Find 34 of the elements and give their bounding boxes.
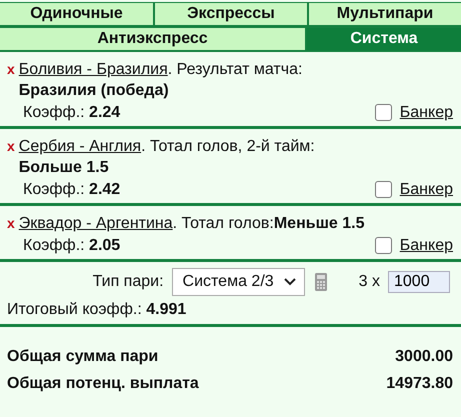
calculator-icon[interactable]: [314, 273, 327, 291]
banker-link[interactable]: Банкер: [400, 179, 453, 200]
odds-text: Коэфф.: 2.05: [23, 236, 120, 256]
odds-text: Коэфф.: 2.24: [23, 103, 120, 123]
event-link[interactable]: Эквадор - Аргентина: [18, 215, 173, 232]
banker-checkbox[interactable]: [374, 181, 392, 198]
bet-description: Боливия - Бразилия. Результат матча: Бразилия (победа): [18, 60, 302, 101]
tab[interactable]: Система: [307, 28, 461, 50]
banker-checkbox[interactable]: [374, 104, 392, 121]
remove-icon[interactable]: x: [7, 59, 15, 79]
stake-input[interactable]: 1000: [388, 271, 450, 293]
bet-type-label: Тип пари:: [92, 273, 164, 291]
tab[interactable]: Антиэкспресс: [0, 28, 305, 50]
summary-value: 14973.80: [386, 374, 453, 394]
bet-type-dropdown[interactable]: Система 2/3: [172, 268, 305, 296]
tab[interactable]: Экспрессы: [155, 3, 307, 25]
tab[interactable]: Одиночные: [0, 3, 153, 25]
banker-link[interactable]: Банкер: [400, 102, 453, 123]
remove-icon[interactable]: x: [7, 136, 15, 156]
banker-link[interactable]: Банкер: [400, 235, 453, 256]
summary-label: Общая потенц. выплата: [7, 374, 199, 394]
event-link[interactable]: Сербия - Англия: [18, 138, 142, 155]
banker-checkbox[interactable]: [374, 237, 392, 254]
tab[interactable]: Мультипари: [309, 3, 461, 25]
bet-description: Эквадор - Аргентина. Тотал голов:Меньше 1.5: [18, 214, 364, 234]
chevron-down-icon: [284, 278, 296, 286]
odds-text: Коэфф.: 2.42: [23, 180, 120, 200]
multiplier-text: 3 x: [358, 273, 380, 291]
bet-description: Сербия - Англия. Тотал голов, 2-й тайм: Больше 1.5: [18, 137, 315, 178]
remove-icon[interactable]: x: [7, 213, 15, 233]
summary-value: 3000.00: [395, 347, 453, 367]
summary-label: Общая сумма пари: [7, 347, 158, 367]
total-odds-text: Итоговый коэфф.: 4.991: [7, 300, 188, 320]
event-link[interactable]: Боливия - Бразилия: [18, 61, 168, 78]
